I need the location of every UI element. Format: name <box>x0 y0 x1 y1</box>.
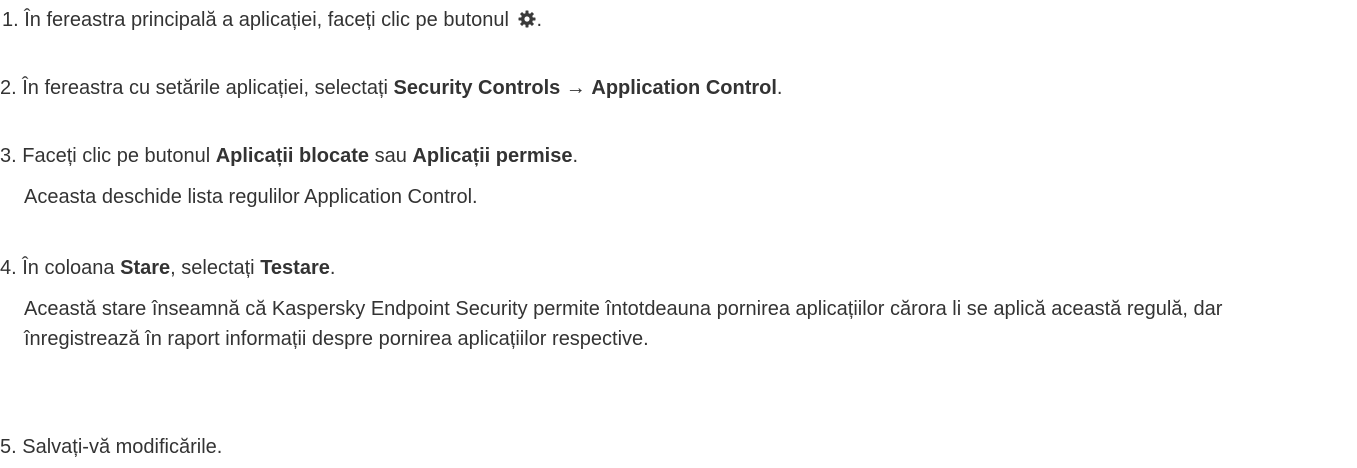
step-number: 5. <box>0 436 17 458</box>
step-2: 2. În fereastra cu setările aplicației, … <box>0 73 1350 103</box>
help-page: { "steps": [ { "number": "1.", "text_bef… <box>0 0 1357 468</box>
step-3-note: Aceasta deschide lista regulilor Applica… <box>24 186 478 208</box>
testare-label: Testare <box>260 257 330 279</box>
step-4: 4. În coloana Stare, selectați Testare. … <box>0 253 1350 354</box>
step-text: Salvați-vă modificările. <box>22 436 223 458</box>
step-text-end: . <box>536 9 543 31</box>
step-text-middle: sau <box>369 145 413 167</box>
step-4-note: Această stare înseamnă că Kaspersky Endp… <box>24 298 1223 350</box>
step-5-line: 5. Salvați-vă modificările. <box>0 432 1350 462</box>
step-text: În fereastra cu setările aplicației, sel… <box>22 77 394 99</box>
step-number: 2. <box>0 77 17 99</box>
blocked-apps-label: Aplicații blocate <box>215 145 370 167</box>
step-2-line: 2. În fereastra cu setările aplicației, … <box>0 73 1350 103</box>
step-number: 3. <box>0 145 17 167</box>
step-text-middle: , selectați <box>170 257 261 279</box>
menu-path-security-controls: Security Controls <box>393 77 561 99</box>
step-text-end: . <box>776 77 783 99</box>
step-text: Faceți clic pe butonul <box>22 145 216 167</box>
step-number: 1. <box>2 9 19 31</box>
step-3: 3. Faceți clic pe butonul Aplicații bloc… <box>0 141 1350 212</box>
step-text: În fereastra principală a aplicației, fa… <box>24 9 509 31</box>
gear-icon <box>517 8 537 38</box>
step-text-end: . <box>329 257 336 279</box>
arrow-separator: → <box>560 77 592 99</box>
step-text-end: . <box>572 145 579 167</box>
column-stare-label: Stare <box>120 257 171 279</box>
step-4-line: 4. În coloana Stare, selectați Testare. <box>0 253 1350 283</box>
step-text: În coloana <box>22 257 121 279</box>
step-3-line: 3. Faceți clic pe butonul Aplicații bloc… <box>0 141 1350 171</box>
step-1-line: 1. În fereastra principală a aplicației,… <box>0 5 1350 38</box>
step-5: 5. Salvați-vă modificările. <box>0 432 1350 462</box>
step-number: 4. <box>0 257 17 279</box>
step-1: 1. În fereastra principală a aplicației,… <box>0 5 1350 38</box>
menu-path-application-control: Application Control <box>591 77 777 99</box>
allowed-apps-label: Aplicații permise <box>412 145 573 167</box>
